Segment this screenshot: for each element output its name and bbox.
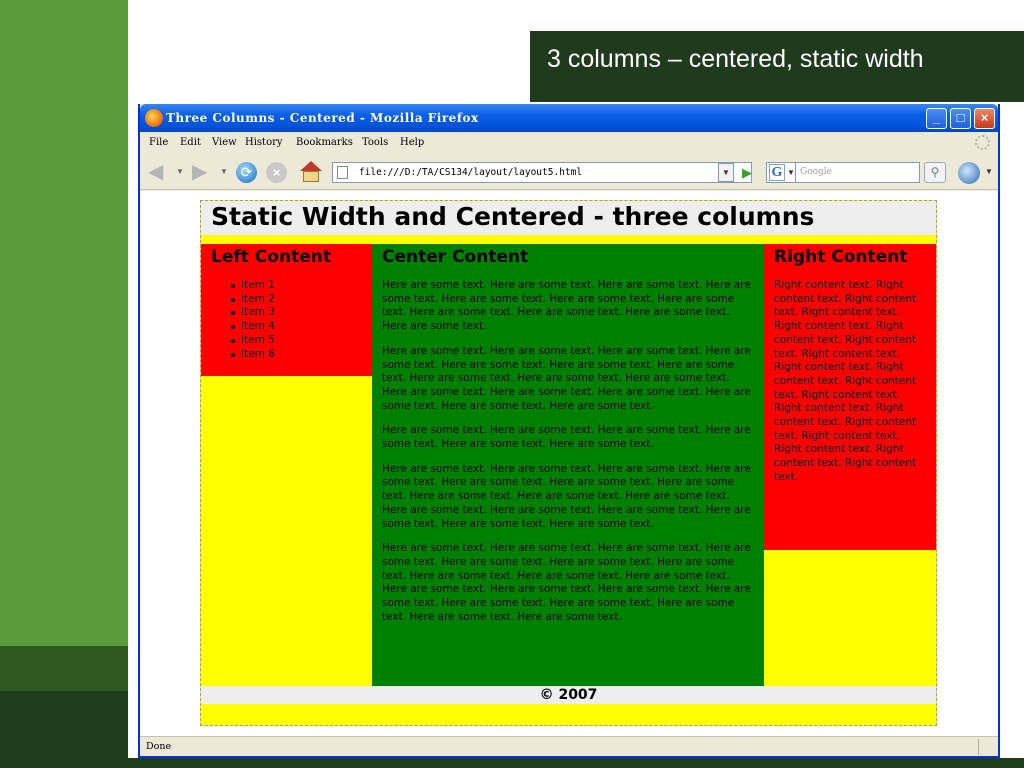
minimize-button[interactable]: _ — [926, 108, 947, 129]
forward-history-dropdown[interactable]: ▼ — [220, 167, 228, 176]
close-button[interactable]: × — [974, 108, 995, 129]
menu-help[interactable]: Help — [400, 137, 424, 148]
google-icon: G — [769, 164, 785, 181]
browser-window: Three Columns - Centered - Mozilla Firef… — [138, 104, 1000, 758]
center-paragraph: Here are some text. Here are some text. … — [382, 542, 751, 623]
navigation-toolbar: ◀ ▼ ▶ ▼ ⟳ × file:///D:/TA/CS134/layout/l… — [140, 154, 998, 190]
extension-icon[interactable] — [958, 162, 980, 184]
status-text: Done — [146, 741, 172, 752]
chevron-down-icon: ▼ — [787, 168, 795, 177]
slide: 3 columns – centered, static width Three… — [0, 0, 1024, 768]
right-column-title: Right Content — [774, 247, 908, 267]
slide-side-bar-bottom — [0, 691, 128, 768]
menu-tools[interactable]: Tools — [362, 137, 388, 148]
maximize-button[interactable]: □ — [950, 108, 971, 129]
stop-icon[interactable]: × — [266, 162, 287, 183]
menu-bookmarks[interactable]: Bookmarks — [296, 137, 353, 148]
page-icon — [337, 166, 348, 179]
search-input[interactable]: Google — [796, 162, 920, 183]
slide-side-bar-mid — [0, 646, 128, 691]
center-paragraph: Here are some text. Here are some text. … — [382, 279, 751, 333]
center-column: Center Content Here are some text. Here … — [372, 244, 764, 686]
list-item: Item 1 — [231, 279, 372, 293]
left-column: Left Content Item 1 Item 2 Item 3 Item 4… — [201, 244, 372, 376]
forward-icon[interactable]: ▶ — [192, 162, 207, 182]
search-icon[interactable]: ⚲ — [924, 162, 946, 183]
page-header: Static Width and Centered - three column… — [201, 201, 936, 235]
menu-file[interactable]: File — [149, 137, 168, 148]
right-column-text: Right content text. Right content text. … — [774, 279, 917, 483]
left-item-list: Item 1 Item 2 Item 3 Item 4 Item 5 Item … — [231, 279, 372, 361]
list-item: Item 6 — [231, 348, 372, 362]
center-paragraph: Here are some text. Here are some text. … — [382, 424, 751, 451]
gear-icon — [975, 135, 990, 150]
reload-icon[interactable]: ⟳ — [236, 162, 257, 183]
menu-history[interactable]: History — [245, 137, 283, 148]
url-text[interactable]: file:///D:/TA/CS134/layout/layout5.html — [359, 167, 582, 178]
left-column-title: Left Content — [211, 247, 331, 267]
web-content: Static Width and Centered - three column… — [140, 191, 998, 736]
search-engine-selector[interactable]: G ▼ — [766, 162, 796, 183]
page-footer: © 2007 — [201, 686, 936, 704]
search-placeholder: Google — [800, 167, 832, 177]
right-column: Right Content Right content text. Right … — [764, 244, 936, 550]
list-item: Item 2 — [231, 293, 372, 307]
center-paragraph: Here are some text. Here are some text. … — [382, 462, 751, 530]
url-dropdown[interactable]: ▼ — [718, 163, 734, 182]
page-container: Static Width and Centered - three column… — [200, 200, 937, 726]
center-column-title: Center Content — [382, 247, 529, 267]
home-icon[interactable] — [300, 161, 322, 183]
status-divider — [978, 739, 979, 755]
slide-bottom-bar — [0, 758, 1024, 768]
title-bar[interactable]: Three Columns - Centered - Mozilla Firef… — [140, 104, 998, 132]
menu-bar: File Edit View History Bookmarks Tools H… — [140, 132, 998, 154]
window-title: Three Columns - Centered - Mozilla Firef… — [166, 111, 479, 125]
go-icon[interactable]: ▶ — [738, 163, 756, 182]
menu-edit[interactable]: Edit — [180, 137, 201, 148]
center-paragraph: Here are some text. Here are some text. … — [382, 344, 751, 412]
back-history-dropdown[interactable]: ▼ — [176, 167, 184, 176]
list-item: Item 3 — [231, 306, 372, 320]
list-item: Item 4 — [231, 320, 372, 334]
status-bar: Done — [140, 736, 998, 756]
url-bar[interactable]: file:///D:/TA/CS134/layout/layout5.html — [332, 162, 752, 183]
slide-title: 3 columns – centered, static width — [530, 31, 1024, 102]
firefox-icon — [145, 109, 163, 127]
menu-view[interactable]: View — [212, 137, 237, 148]
back-icon[interactable]: ◀ — [148, 162, 163, 182]
extension-dropdown[interactable]: ▼ — [985, 167, 993, 176]
list-item: Item 5 — [231, 334, 372, 348]
